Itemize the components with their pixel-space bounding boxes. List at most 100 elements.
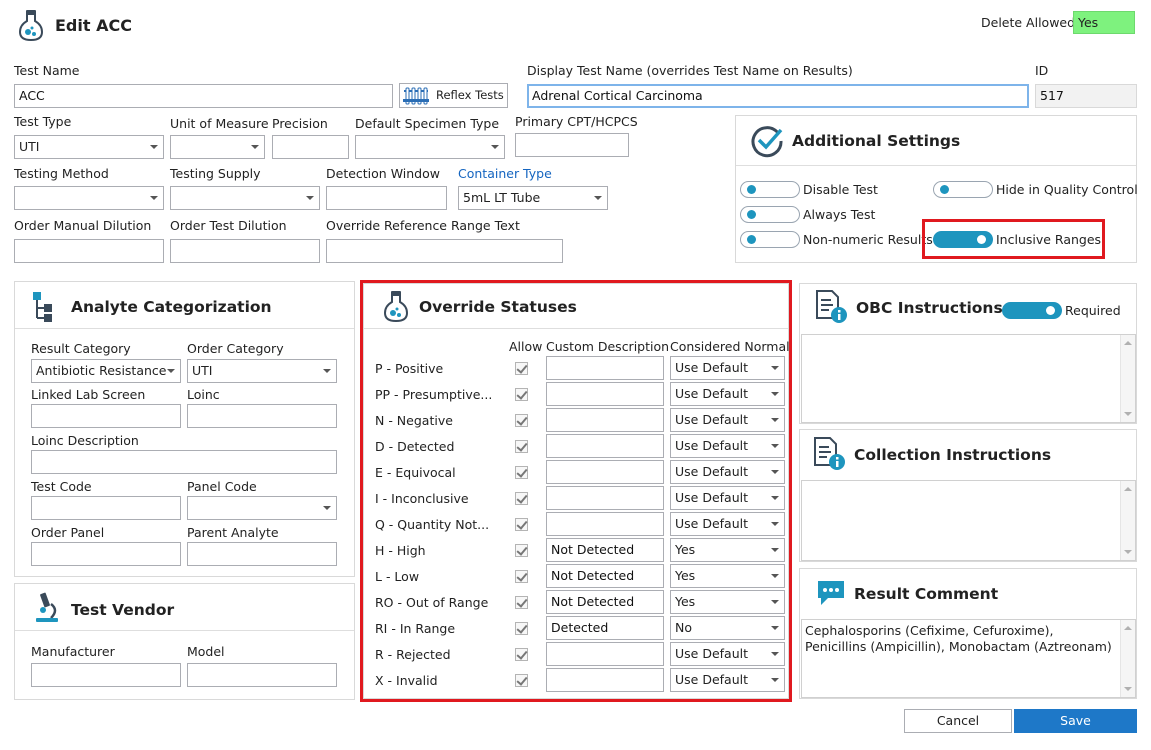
save-button[interactable]: Save <box>1014 709 1137 733</box>
analyte-categorization-title: Analyte Categorization <box>71 298 272 316</box>
container-type-label[interactable]: Container Type <box>458 166 552 181</box>
allow-checkbox[interactable] <box>515 570 528 583</box>
considered-normal-select[interactable]: Use Default <box>670 408 785 432</box>
allow-checkbox[interactable] <box>515 492 528 505</box>
allow-checkbox[interactable] <box>515 596 528 609</box>
order-category-value: UTI <box>192 363 213 378</box>
test-name-label: Test Name <box>14 63 80 78</box>
chevron-down-icon <box>771 574 779 578</box>
allow-checkbox[interactable] <box>515 518 528 531</box>
custom-description-input[interactable] <box>546 408 664 432</box>
default-specimen-type-select[interactable] <box>355 135 505 159</box>
chevron-down-icon <box>771 600 779 604</box>
considered-normal-select[interactable]: Yes <box>670 590 785 614</box>
considered-normal-select[interactable]: Use Default <box>670 356 785 380</box>
container-type-select[interactable]: 5mL LT Tube <box>458 186 608 210</box>
allow-checkbox[interactable] <box>515 674 528 687</box>
custom-description-input[interactable]: Not Detected <box>546 590 664 614</box>
model-input[interactable] <box>187 663 337 687</box>
custom-description-input[interactable] <box>546 460 664 484</box>
considered-normal-select[interactable]: Use Default <box>670 512 785 536</box>
custom-description-input[interactable] <box>546 486 664 510</box>
result-comment-title: Result Comment <box>854 585 999 603</box>
title-flask-icon <box>18 9 44 42</box>
collection-instructions-textarea[interactable] <box>801 480 1136 561</box>
result-comment-scrollbar[interactable] <box>1120 620 1135 697</box>
panel-code-select[interactable] <box>187 496 337 520</box>
custom-description-input[interactable]: Not Detected <box>546 538 664 562</box>
considered-normal-select[interactable]: Use Default <box>670 382 785 406</box>
test-type-value: UTI <box>19 139 40 154</box>
precision-input[interactable] <box>272 135 349 159</box>
custom-description-input[interactable]: Not Detected <box>546 564 664 588</box>
custom-description-input[interactable]: Detected <box>546 616 664 640</box>
allow-checkbox[interactable] <box>515 622 528 635</box>
obc-instructions-textarea[interactable] <box>801 334 1136 423</box>
cancel-button[interactable]: Cancel <box>904 709 1012 733</box>
detection-window-input[interactable] <box>326 186 447 210</box>
custom-description-input[interactable] <box>546 434 664 458</box>
hierarchy-icon <box>32 291 54 323</box>
result-category-select[interactable]: Antibiotic Resistance <box>31 359 181 383</box>
allow-checkbox[interactable] <box>515 440 528 453</box>
always-test-label: Always Test <box>803 207 876 222</box>
order-category-select[interactable]: UTI <box>187 359 337 383</box>
linked-lab-screen-input[interactable] <box>31 404 181 428</box>
custom-description-input[interactable] <box>546 382 664 406</box>
considered-normal-select[interactable]: No <box>670 616 785 640</box>
result-comment-textarea[interactable]: Cephalosporins (Cefixime, Cefuroxime), P… <box>801 619 1136 698</box>
test-name-input[interactable]: ACC <box>14 84 393 108</box>
chevron-down-icon <box>771 626 779 630</box>
display-test-name-input[interactable]: Adrenal Cortical Carcinoma <box>527 84 1029 108</box>
loinc-description-input[interactable] <box>31 450 337 474</box>
reflex-tests-button[interactable]: Reflex Tests <box>399 83 508 108</box>
precision-label: Precision <box>272 116 328 131</box>
considered-normal-select[interactable]: Use Default <box>670 434 785 458</box>
allow-checkbox[interactable] <box>515 388 528 401</box>
non-numeric-results-toggle[interactable] <box>740 231 800 248</box>
obc-required-toggle[interactable] <box>1002 302 1062 319</box>
allow-checkbox[interactable] <box>515 648 528 661</box>
obc-scrollbar[interactable] <box>1120 335 1135 422</box>
allow-checkbox[interactable] <box>515 466 528 479</box>
custom-description-input[interactable] <box>546 512 664 536</box>
considered-normal-select[interactable]: Use Default <box>670 486 785 510</box>
non-numeric-results-label: Non-numeric Results <box>803 232 933 247</box>
unit-of-measure-select[interactable] <box>170 135 265 159</box>
override-reference-range-input[interactable] <box>326 239 563 263</box>
considered-normal-select[interactable]: Yes <box>670 564 785 588</box>
testing-method-select[interactable] <box>14 186 164 210</box>
order-panel-input[interactable] <box>31 542 181 566</box>
test-code-input[interactable] <box>31 496 181 520</box>
chevron-down-icon <box>594 196 602 200</box>
collection-scrollbar[interactable] <box>1120 481 1135 560</box>
allow-checkbox[interactable] <box>515 544 528 557</box>
custom-description-input[interactable] <box>546 356 664 380</box>
reflex-tubes-icon <box>403 87 429 109</box>
additional-settings-title: Additional Settings <box>792 132 961 150</box>
custom-description-input[interactable] <box>546 668 664 692</box>
chevron-down-icon <box>771 548 779 552</box>
always-test-toggle[interactable] <box>740 206 800 223</box>
order-test-dilution-input[interactable] <box>170 239 320 263</box>
disable-test-toggle[interactable] <box>740 181 800 198</box>
considered-normal-select[interactable]: Use Default <box>670 668 785 692</box>
test-type-select[interactable]: UTI <box>14 135 164 159</box>
manufacturer-input[interactable] <box>31 663 181 687</box>
loinc-input[interactable] <box>187 404 337 428</box>
obc-instructions-title: OBC Instructions <box>856 299 1003 317</box>
primary-cpt-input[interactable] <box>515 133 629 157</box>
status-name: X - Invalid <box>375 673 438 688</box>
considered-normal-select[interactable]: Use Default <box>670 460 785 484</box>
testing-supply-select[interactable] <box>170 186 320 210</box>
parent-analyte-input[interactable] <box>187 542 337 566</box>
custom-description-input[interactable] <box>546 642 664 666</box>
allow-checkbox[interactable] <box>515 414 528 427</box>
considered-normal-select[interactable]: Yes <box>670 538 785 562</box>
considered-normal-select[interactable]: Use Default <box>670 642 785 666</box>
delete-allowed-field[interactable]: Yes <box>1073 11 1135 34</box>
allow-checkbox[interactable] <box>515 362 528 375</box>
considered-normal-value: Use Default <box>675 438 748 453</box>
order-manual-dilution-input[interactable] <box>14 239 164 263</box>
hide-in-qc-toggle[interactable] <box>933 181 993 198</box>
